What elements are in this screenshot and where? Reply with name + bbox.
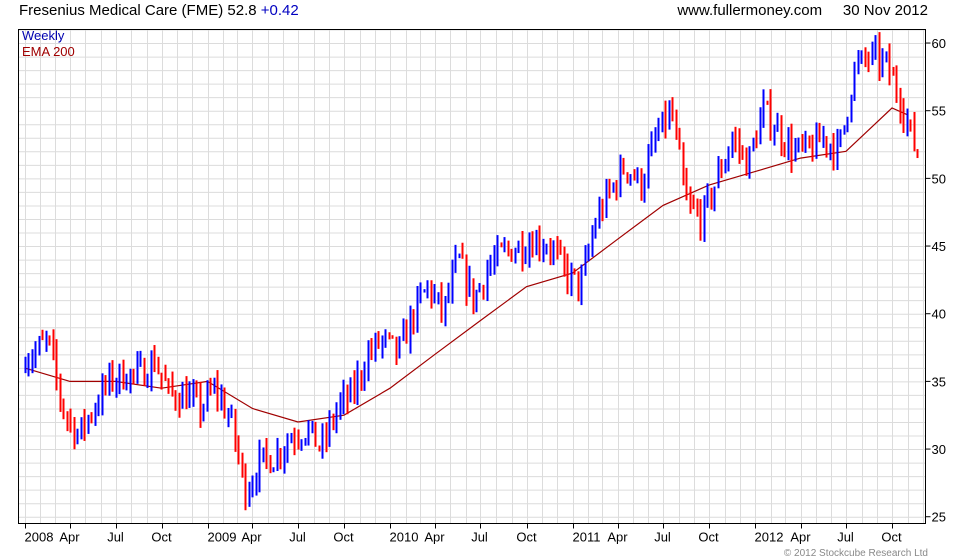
x-tick-label: 2011 bbox=[573, 530, 601, 545]
legend-ema: EMA 200 bbox=[22, 44, 75, 59]
x-tick-label: Apr bbox=[607, 530, 628, 545]
x-tick-label: 2010 bbox=[390, 530, 419, 545]
chart-title: Fresenius Medical Care (FME) 52.8 +0.42 bbox=[19, 0, 299, 22]
x-tick-label: Jul bbox=[107, 530, 124, 545]
last-price: 52.8 bbox=[227, 2, 257, 19]
x-axis-ticks: 2008 Apr Jul Oct 2009 Apr Jul Oct 2010 Apr Jul Oct 2… bbox=[25, 523, 902, 545]
y-axis-ticks: 25 30 35 40 45 50 55 60 bbox=[925, 36, 946, 525]
chart-date: 30 Nov 2012 bbox=[842, 2, 928, 19]
legend-weekly: Weekly bbox=[22, 28, 65, 43]
chart-gridlines bbox=[18, 29, 926, 524]
y-tick-label: 60 bbox=[932, 36, 946, 51]
x-tick-label: Apr bbox=[424, 530, 445, 545]
y-tick-label: 35 bbox=[932, 374, 946, 389]
x-tick-label: 2012 bbox=[755, 530, 784, 545]
source-site: www.fullermoney.com bbox=[677, 2, 823, 19]
x-tick-label: Apr bbox=[241, 530, 262, 545]
price-chart: 25 30 35 40 45 50 55 60 2008 Apr Jul Oct 2009 Apr Jul… bbox=[18, 29, 946, 545]
x-tick-label: Jul bbox=[654, 530, 671, 545]
security-name: Fresenius Medical Care (FME) bbox=[19, 2, 224, 19]
y-tick-label: 25 bbox=[932, 510, 946, 525]
x-tick-label: Oct bbox=[333, 530, 354, 545]
copyright-text: © 2012 Stockcube Research Ltd bbox=[783, 548, 928, 559]
x-tick-label: Jul bbox=[837, 530, 854, 545]
y-tick-label: 45 bbox=[932, 239, 946, 254]
x-tick-label: Apr bbox=[59, 530, 80, 545]
y-tick-label: 30 bbox=[932, 442, 946, 457]
x-tick-label: Jul bbox=[289, 530, 306, 545]
x-tick-label: Apr bbox=[790, 530, 811, 545]
x-tick-label: 2008 bbox=[25, 530, 54, 545]
x-tick-label: Oct bbox=[698, 530, 719, 545]
x-tick-label: 2009 bbox=[208, 530, 237, 545]
x-tick-label: Oct bbox=[881, 530, 902, 545]
x-tick-label: Oct bbox=[151, 530, 172, 545]
x-tick-label: Jul bbox=[471, 530, 488, 545]
y-tick-label: 40 bbox=[932, 307, 946, 322]
chart-source: www.fullermoney.com 30 Nov 2012 bbox=[677, 0, 928, 22]
y-tick-label: 55 bbox=[932, 104, 946, 119]
x-tick-label: Oct bbox=[516, 530, 537, 545]
y-tick-label: 50 bbox=[932, 171, 946, 186]
price-change: +0.42 bbox=[260, 2, 299, 19]
weekly-bars bbox=[24, 32, 919, 511]
